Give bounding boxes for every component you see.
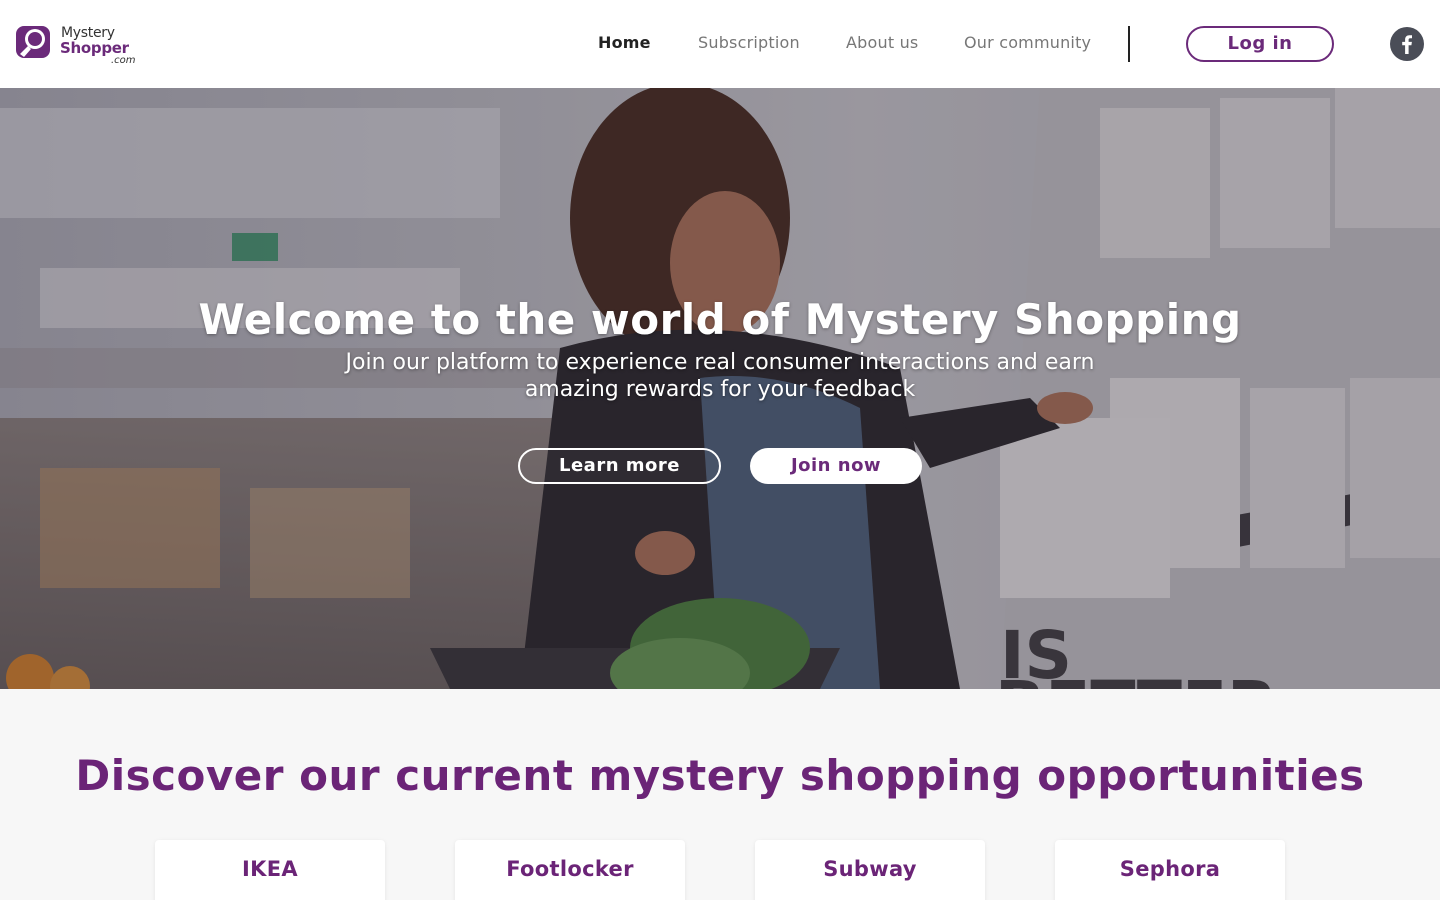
nav-home[interactable]: Home [598, 33, 651, 52]
speech-bubble-magnifier-icon [16, 26, 50, 58]
hero-subtitle: Join our platform to experience real con… [345, 350, 1095, 402]
opportunity-card-subway[interactable]: Subway [755, 840, 985, 900]
nav-our-community[interactable]: Our community [964, 33, 1091, 52]
facebook-button[interactable] [1390, 27, 1424, 61]
nav-about-us[interactable]: About us [846, 33, 918, 52]
opportunities-section: Discover our current mystery shopping op… [0, 689, 1440, 900]
opportunity-card-footlocker[interactable]: Footlocker [455, 840, 685, 900]
nav-divider [1128, 26, 1130, 62]
facebook-icon [1402, 35, 1412, 54]
opportunity-card-title: IKEA [242, 857, 298, 881]
site-logo[interactable]: Mystery Shopper .com [16, 23, 146, 67]
opportunities-title: Discover our current mystery shopping op… [75, 751, 1365, 800]
opportunity-card-ikea[interactable]: IKEA [155, 840, 385, 900]
hero-title: Welcome to the world of Mystery Shopping [198, 295, 1242, 344]
opportunity-card-sephora[interactable]: Sephora [1055, 840, 1285, 900]
opportunity-card-title: Footlocker [506, 857, 634, 881]
opportunity-card-title: Subway [823, 857, 917, 881]
logo-text-domain: .com [111, 55, 136, 66]
opportunity-card-title: Sephora [1119, 857, 1221, 881]
login-button[interactable]: Log in [1186, 26, 1334, 62]
join-now-button[interactable]: Join now [750, 448, 922, 484]
nav-subscription[interactable]: Subscription [698, 33, 800, 52]
site-header: Mystery Shopper .com Home Subscription A… [0, 0, 1440, 88]
hero-section: IS BETTER Welcome to the world of Myster… [0, 88, 1440, 689]
learn-more-button[interactable]: Learn more [518, 448, 721, 484]
